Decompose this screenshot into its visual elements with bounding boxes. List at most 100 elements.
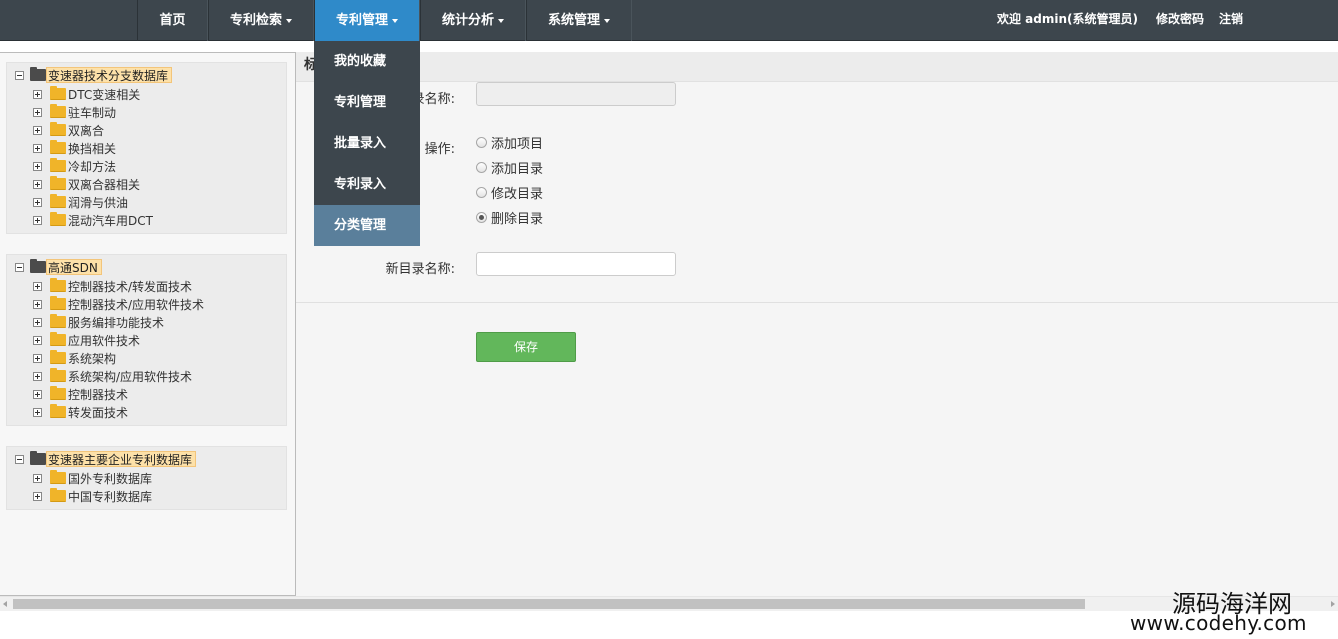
expand-icon[interactable] bbox=[33, 143, 42, 153]
tree-node[interactable]: 系统架构/应用软件技术 bbox=[33, 367, 192, 385]
expand-icon[interactable] bbox=[33, 281, 42, 291]
tree-node-label[interactable]: 中国专利数据库 bbox=[68, 488, 152, 505]
tree-node[interactable]: 冷却方法 bbox=[33, 157, 116, 175]
tree-node[interactable]: 双离合器相关 bbox=[33, 175, 140, 193]
tree-root[interactable]: 高通SDN bbox=[15, 259, 102, 275]
tree-node[interactable]: 国外专利数据库 bbox=[33, 469, 152, 487]
tree-root[interactable]: 变速器技术分支数据库 bbox=[15, 67, 173, 83]
radio-button[interactable] bbox=[476, 161, 487, 173]
watermark-url: www.codehy.com bbox=[1130, 611, 1307, 635]
tree-node-label[interactable]: 系统架构 bbox=[68, 350, 116, 367]
expand-icon[interactable] bbox=[33, 107, 42, 117]
nav-item-patent-management[interactable]: 专利管理 bbox=[314, 0, 420, 41]
radio-label[interactable]: 修改目录 bbox=[491, 183, 543, 202]
tree-node-label[interactable]: 双离合器相关 bbox=[68, 176, 140, 193]
tree-node[interactable]: 换挡相关 bbox=[33, 139, 116, 157]
expand-icon[interactable] bbox=[33, 197, 42, 207]
tree-node[interactable]: 混动汽车用DCT bbox=[33, 211, 153, 229]
folder-icon bbox=[50, 212, 66, 226]
nav-item-label: 系统管理 bbox=[547, 13, 600, 28]
tree-node[interactable]: 系统架构 bbox=[33, 349, 116, 367]
tree-node[interactable]: 润滑与供油 bbox=[33, 193, 128, 211]
tree-node[interactable]: 控制器技术 bbox=[33, 385, 128, 403]
tree-node-label[interactable]: 冷却方法 bbox=[68, 158, 116, 175]
tree-node-label[interactable]: 控制器技术/转发面技术 bbox=[68, 278, 192, 295]
tree-node[interactable]: 控制器技术/转发面技术 bbox=[33, 277, 192, 295]
tree-node[interactable]: 控制器技术/应用软件技术 bbox=[33, 295, 204, 313]
collapse-icon[interactable] bbox=[15, 454, 24, 464]
nav-item-statistics[interactable]: 统计分析 bbox=[420, 0, 526, 41]
expand-icon[interactable] bbox=[33, 407, 42, 417]
radio-label[interactable]: 添加项目 bbox=[491, 133, 543, 152]
change-password-link[interactable]: 修改密码 bbox=[1156, 0, 1204, 41]
expand-icon[interactable] bbox=[33, 491, 42, 501]
tree-node[interactable]: 中国专利数据库 bbox=[33, 487, 152, 505]
expand-icon[interactable] bbox=[33, 353, 42, 363]
expand-icon[interactable] bbox=[33, 179, 42, 189]
dropdown-item-batch-entry[interactable]: 批量录入 bbox=[314, 123, 420, 164]
tree-root[interactable]: 变速器主要企业专利数据库 bbox=[15, 451, 197, 467]
radio-button-checked[interactable] bbox=[476, 211, 487, 223]
dropdown-item-category-management[interactable]: 分类管理 bbox=[314, 205, 420, 246]
nav-item-label: 专利检索 bbox=[229, 13, 282, 28]
tree-node[interactable]: 转发面技术 bbox=[33, 403, 128, 421]
tree-node[interactable]: 双离合 bbox=[33, 121, 104, 139]
folder-icon bbox=[50, 104, 66, 118]
tree-node-label[interactable]: 双离合 bbox=[68, 122, 104, 139]
tree-node-label[interactable]: 转发面技术 bbox=[68, 404, 128, 421]
expand-icon[interactable] bbox=[33, 389, 42, 399]
tree-node-label[interactable]: 系统架构/应用软件技术 bbox=[68, 368, 192, 385]
tree-node-label[interactable]: 驻车制动 bbox=[68, 104, 116, 121]
tree-node-label[interactable]: 混动汽车用DCT bbox=[68, 212, 153, 229]
radio-modify-directory[interactable]: 修改目录 bbox=[476, 183, 543, 202]
tree-node-label[interactable]: 润滑与供油 bbox=[68, 194, 128, 211]
scrollbar-thumb[interactable] bbox=[13, 599, 1085, 609]
radio-button[interactable] bbox=[476, 186, 487, 198]
expand-icon[interactable] bbox=[33, 215, 42, 225]
tree-node-label[interactable]: 换挡相关 bbox=[68, 140, 116, 157]
expand-icon[interactable] bbox=[33, 125, 42, 135]
tree-node[interactable]: 驻车制动 bbox=[33, 103, 116, 121]
collapse-icon[interactable] bbox=[15, 70, 24, 80]
radio-button[interactable] bbox=[476, 136, 487, 148]
logout-link[interactable]: 注销 bbox=[1219, 0, 1243, 41]
tree-node[interactable]: DTC变速相关 bbox=[33, 85, 140, 103]
expand-icon[interactable] bbox=[33, 473, 42, 483]
directory-name-input[interactable] bbox=[476, 82, 676, 106]
tree-node-label[interactable]: 控制器技术 bbox=[68, 386, 128, 403]
dropdown-item-patent-entry[interactable]: 专利录入 bbox=[314, 164, 420, 205]
folder-icon bbox=[50, 278, 66, 292]
expand-icon[interactable] bbox=[33, 299, 42, 309]
tree-root-label[interactable]: 高通SDN bbox=[46, 259, 102, 275]
caret-down-icon bbox=[286, 18, 292, 23]
tree-root-label[interactable]: 变速器主要企业专利数据库 bbox=[46, 451, 197, 467]
tree-node-label[interactable]: DTC变速相关 bbox=[68, 86, 140, 103]
radio-delete-directory[interactable]: 删除目录 bbox=[476, 208, 543, 227]
tree-node-label[interactable]: 控制器技术/应用软件技术 bbox=[68, 296, 204, 313]
collapse-icon[interactable] bbox=[15, 262, 24, 272]
expand-icon[interactable] bbox=[33, 89, 42, 99]
tree-node-label[interactable]: 服务编排功能技术 bbox=[68, 314, 164, 331]
expand-icon[interactable] bbox=[33, 161, 42, 171]
radio-label[interactable]: 删除目录 bbox=[491, 208, 543, 227]
new-directory-name-input[interactable] bbox=[476, 252, 676, 276]
tree-node-label[interactable]: 国外专利数据库 bbox=[68, 470, 152, 487]
tree-root-label[interactable]: 变速器技术分支数据库 bbox=[46, 67, 173, 83]
nav-item-system-management[interactable]: 系统管理 bbox=[526, 0, 632, 41]
dropdown-item-my-favorites[interactable]: 我的收藏 bbox=[314, 41, 420, 82]
dropdown-item-patent-management[interactable]: 专利管理 bbox=[314, 82, 420, 123]
expand-icon[interactable] bbox=[33, 335, 42, 345]
tree-node[interactable]: 服务编排功能技术 bbox=[33, 313, 164, 331]
expand-icon[interactable] bbox=[33, 317, 42, 327]
save-button[interactable]: 保存 bbox=[476, 332, 576, 362]
radio-add-item[interactable]: 添加项目 bbox=[476, 133, 543, 152]
nav-item-home[interactable]: 首页 bbox=[137, 0, 208, 41]
folder-icon bbox=[50, 368, 66, 382]
tree-node-label[interactable]: 应用软件技术 bbox=[68, 332, 140, 349]
scroll-left-arrow-icon[interactable] bbox=[3, 601, 7, 607]
expand-icon[interactable] bbox=[33, 371, 42, 381]
tree-node[interactable]: 应用软件技术 bbox=[33, 331, 140, 349]
radio-label[interactable]: 添加目录 bbox=[491, 158, 543, 177]
nav-item-patent-search[interactable]: 专利检索 bbox=[208, 0, 314, 41]
radio-add-directory[interactable]: 添加目录 bbox=[476, 158, 543, 177]
